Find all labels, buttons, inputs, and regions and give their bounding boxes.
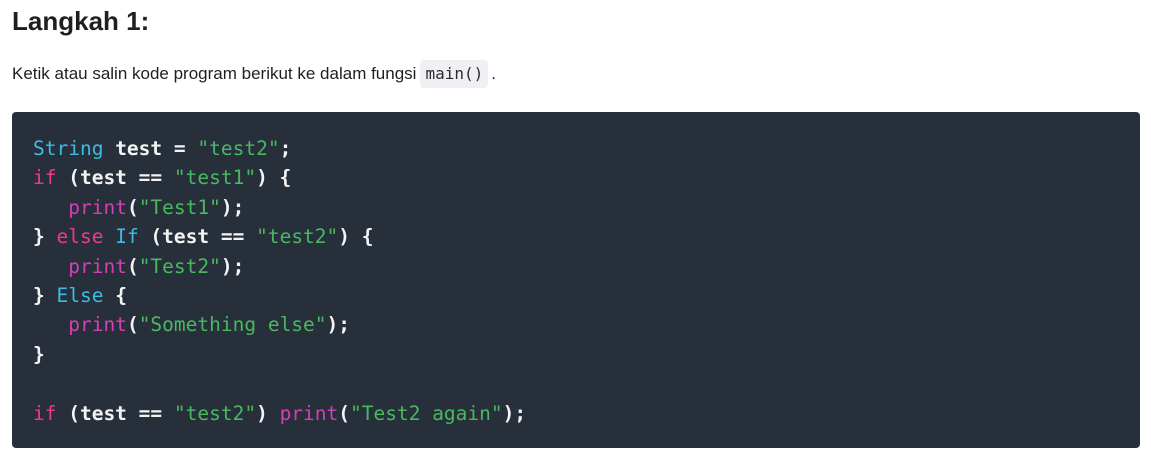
code-token-plain: ) { — [338, 225, 374, 249]
code-token-fn: print — [68, 195, 127, 219]
code-line: if (test == "test1") { — [33, 163, 1140, 192]
code-token-plain: ) — [256, 401, 280, 425]
code-token-plain: ( — [126, 254, 139, 278]
code-token-plain: (test == — [56, 401, 174, 425]
code-line: } else If (test == "test2") { — [33, 222, 1140, 251]
code-block[interactable]: String test = "test2"; if (test == "test1… — [12, 112, 1140, 448]
code-token-type: Else — [56, 283, 104, 307]
code-token-plain: ) { — [256, 166, 292, 190]
code-token-str: "Something else" — [138, 313, 327, 337]
code-token-plain: test = — [103, 137, 198, 160]
code-token-plain: { — [103, 283, 127, 307]
code-line: print("Test1"); — [33, 193, 1140, 222]
code-token-plain: ( — [126, 195, 139, 219]
code-token-str: "Test2" — [138, 254, 221, 278]
code-token-fn: print — [68, 313, 127, 337]
code-token-str: "Test1" — [138, 195, 221, 219]
code-token-plain: ( — [338, 401, 351, 425]
code-token-str: "Test2 again" — [350, 401, 503, 425]
instruction-text-before: Ketik atau salin kode program berikut ke… — [12, 64, 417, 83]
code-token-plain: ); — [502, 401, 527, 425]
code-token-str: "test2" — [173, 401, 257, 425]
code-token-plain: } — [33, 225, 57, 249]
code-token-kw: if — [33, 166, 57, 190]
code-token-str: "test2" — [256, 225, 339, 249]
step-heading: Langkah 1: — [12, 6, 150, 36]
code-token-str: "test1" — [173, 166, 257, 190]
code-token-plain: ); — [220, 254, 245, 278]
code-token-plain: (test == — [138, 225, 257, 249]
code-token-plain: ); — [220, 195, 245, 219]
code-line: print("Something else"); — [33, 310, 1140, 339]
code-token-fn: print — [68, 254, 127, 278]
inline-code-main: main() — [420, 60, 489, 88]
code-token-plain: } — [33, 283, 57, 307]
code-token-plain: (test == — [56, 166, 174, 190]
code-token-plain: } — [33, 342, 45, 366]
code-line: if (test == "test2") print("Test2 again"… — [33, 399, 1140, 428]
code-token-kw: if — [33, 401, 57, 425]
code-line: print("Test2"); — [33, 252, 1140, 281]
code-line: String test = "test2"; — [33, 134, 1140, 163]
code-token-type: If — [115, 225, 139, 249]
code-line: } — [33, 340, 1140, 369]
code-token-type: String — [33, 137, 104, 160]
instruction-text: Ketik atau salin kode program berikut ke… — [12, 60, 496, 88]
code-token-plain: ); — [326, 313, 351, 337]
code-token-str: "test2" — [197, 137, 280, 160]
code-token-plain: ( — [126, 313, 139, 337]
code-token-kw: else — [56, 225, 104, 249]
instruction-text-after: . — [491, 64, 496, 83]
code-token-plain: ; — [279, 137, 292, 160]
code-line: } Else { — [33, 281, 1140, 310]
code-token-fn: print — [279, 401, 339, 425]
